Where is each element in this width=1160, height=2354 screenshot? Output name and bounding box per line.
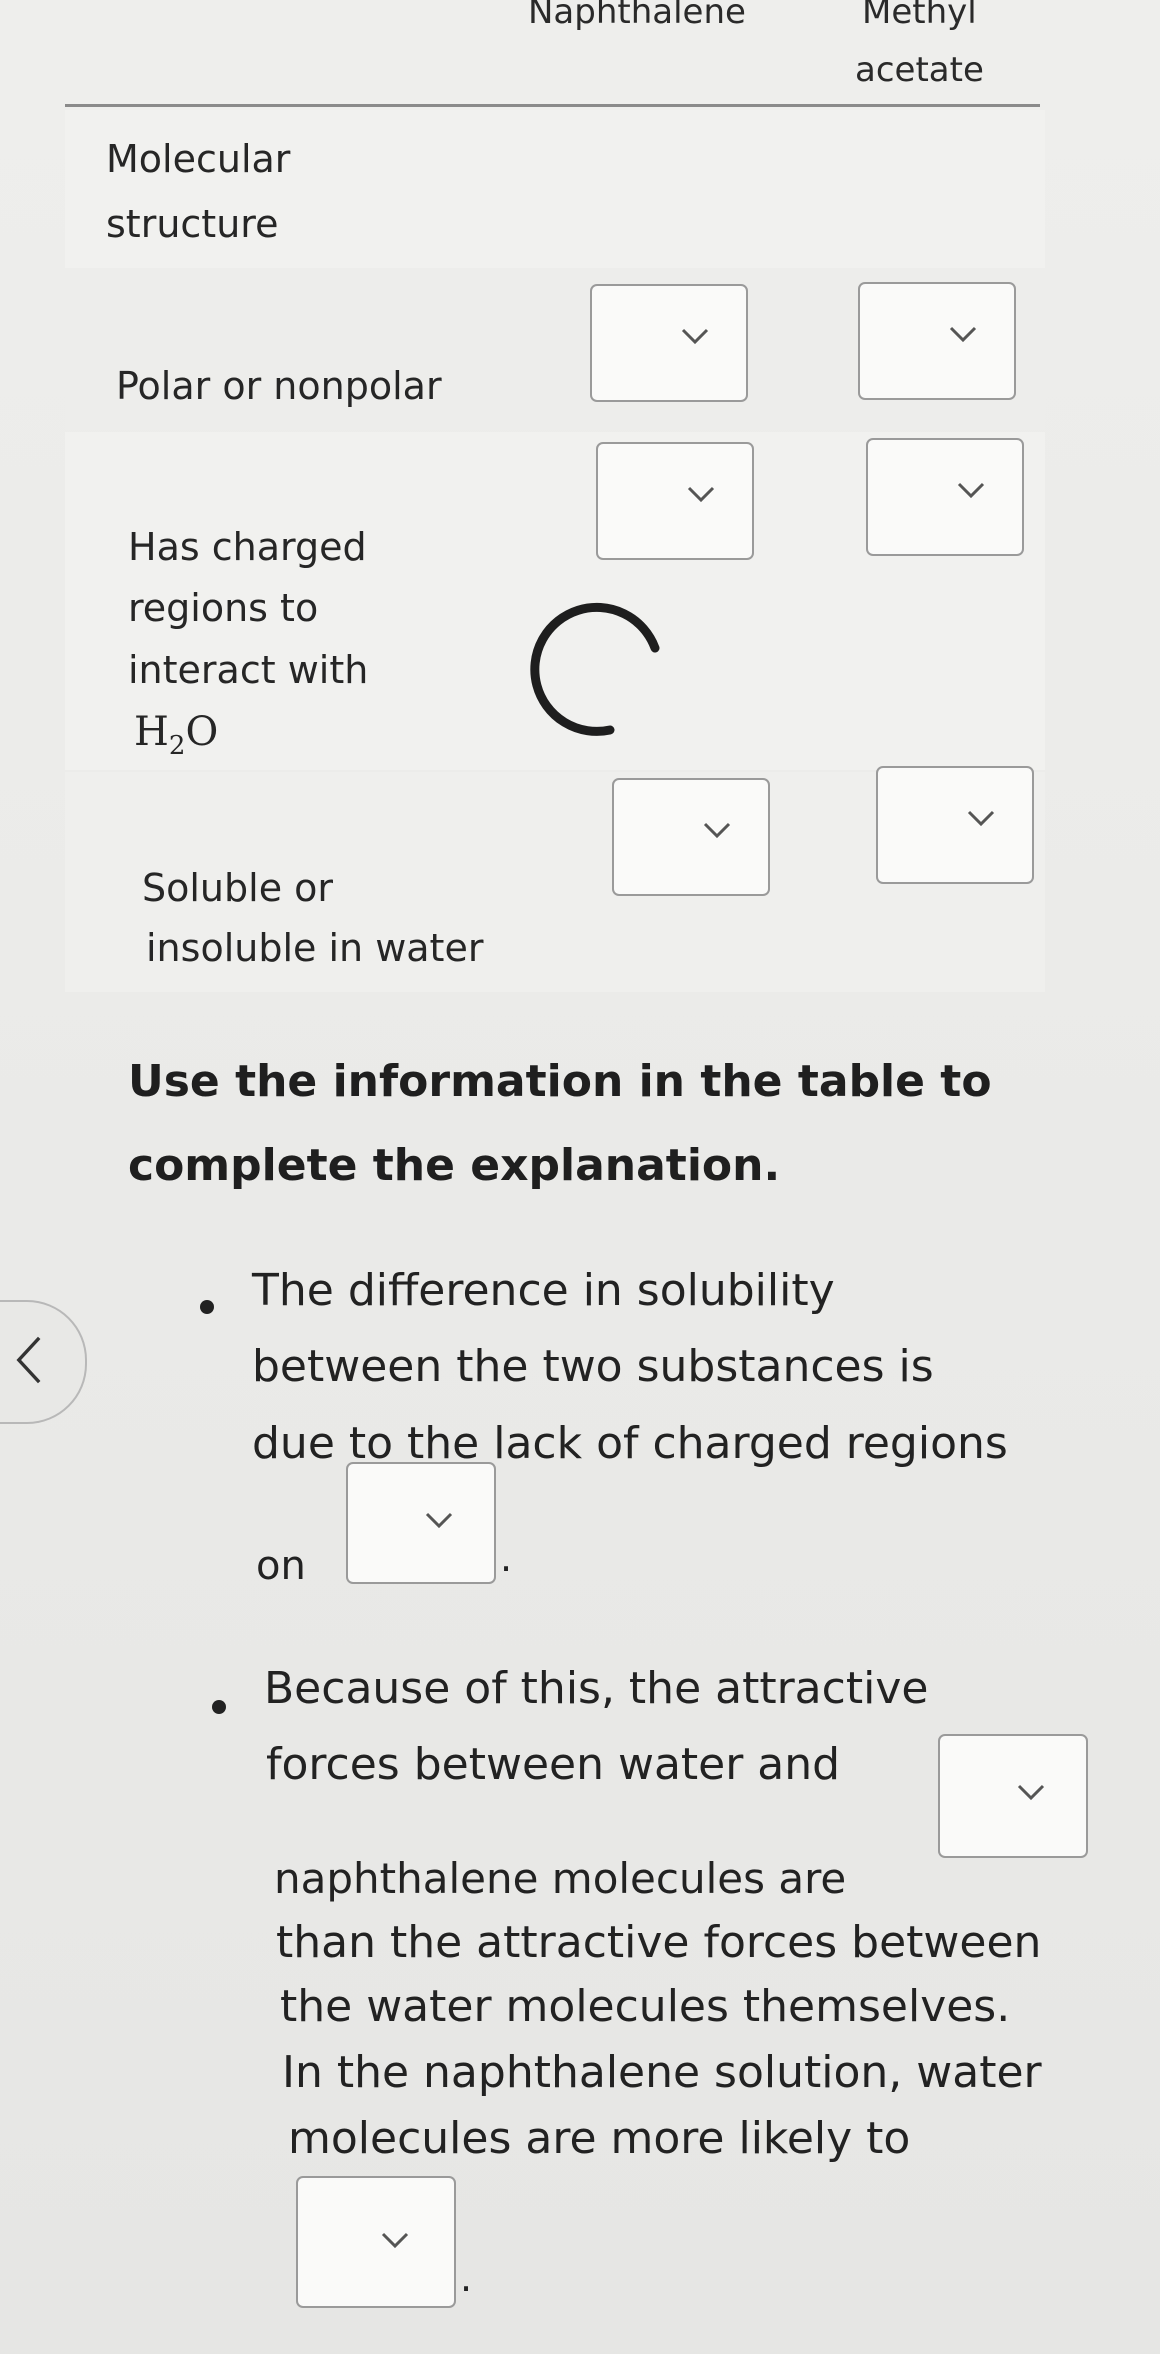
blank-1-dropdown[interactable] xyxy=(346,1462,496,1584)
row-label-charged-3: interact with xyxy=(128,648,369,692)
charged-naphthalene-dropdown[interactable] xyxy=(596,442,754,560)
instructions-heading: Use the information in the table to comp… xyxy=(128,1040,992,1208)
bullet-2-line-2: forces between water and xyxy=(266,1739,841,1790)
bullet-1-prefix: on xyxy=(256,1543,306,1589)
soluble-methyl-acetate-dropdown[interactable] xyxy=(876,766,1034,884)
bullet-1-suffix: . xyxy=(500,1536,513,1580)
soluble-naphthalene-dropdown[interactable] xyxy=(612,778,770,896)
chevron-down-icon xyxy=(703,822,731,839)
row-label-molecular-structure-2: structure xyxy=(106,202,279,246)
blank-3-dropdown[interactable] xyxy=(296,2176,456,2308)
column-header-methyl-acetate-line1: Methyl xyxy=(862,0,977,32)
instructions-line-1: Use the information in the table to xyxy=(128,1056,992,1107)
formula-h: H xyxy=(134,709,169,755)
row-label-soluble-2: insoluble in water xyxy=(146,926,484,970)
blank-2-dropdown[interactable] xyxy=(938,1734,1088,1858)
polar-naphthalene-dropdown[interactable] xyxy=(590,284,748,402)
chevron-down-icon xyxy=(381,2232,409,2249)
row-label-soluble-1: Soluble or xyxy=(142,866,334,910)
formula-sub: 2 xyxy=(168,731,186,761)
formula-o: O xyxy=(185,709,219,755)
back-button[interactable] xyxy=(0,1300,87,1424)
loading-spinner-icon xyxy=(530,602,660,736)
bullet-2-line-1: Because of this, the attractive xyxy=(264,1663,929,1714)
bullet-2-suffix: . xyxy=(460,2256,473,2300)
row-label-molecular-structure-1: Molecular xyxy=(106,137,291,181)
chevron-left-icon xyxy=(16,1336,41,1384)
chevron-down-icon xyxy=(425,1512,453,1529)
chevron-down-icon xyxy=(967,810,995,827)
bullet-1-line-2: between the two substances is xyxy=(252,1341,934,1392)
bullet-1-line-1: The difference in solubility xyxy=(252,1265,835,1316)
polar-methyl-acetate-dropdown[interactable] xyxy=(858,282,1016,400)
row-label-charged-2: regions to xyxy=(128,586,319,630)
chevron-down-icon xyxy=(957,482,985,499)
column-header-naphthalene: Naphthalene xyxy=(528,0,746,32)
chevron-down-icon xyxy=(949,326,977,343)
row-label-charged-1: Has charged xyxy=(128,525,367,569)
header-divider xyxy=(65,104,1040,107)
chevron-down-icon xyxy=(687,486,715,503)
bullet-2 xyxy=(212,1700,226,1714)
chevron-down-icon xyxy=(681,328,709,345)
bullet-1 xyxy=(200,1300,214,1314)
column-header-methyl-acetate-line2: acetate xyxy=(855,50,984,90)
water-formula: H2O xyxy=(134,702,218,776)
chevron-down-icon xyxy=(1017,1784,1045,1801)
bullet-2-after-4: molecules are more likely to xyxy=(288,2113,911,2164)
instructions-line-2: complete the explanation. xyxy=(128,1140,781,1191)
row-label-polar-nonpolar: Polar or nonpolar xyxy=(116,364,442,408)
charged-methyl-acetate-dropdown[interactable] xyxy=(866,438,1024,556)
